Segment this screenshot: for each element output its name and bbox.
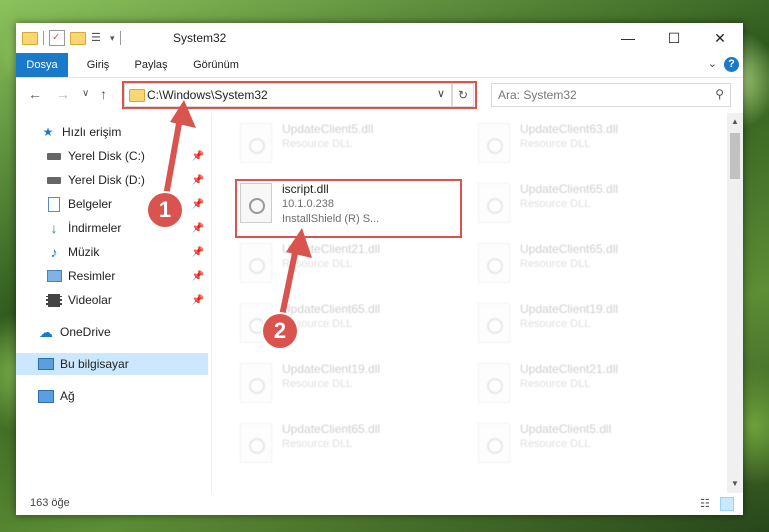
dll-file-icon bbox=[478, 363, 510, 403]
recent-locations-icon[interactable]: ∨ bbox=[82, 88, 89, 99]
star-icon: ★ bbox=[42, 125, 54, 139]
ribbon-tabs: Dosya Giriş Paylaş Görünüm ⌄ ? bbox=[16, 53, 743, 78]
sidebar-item-music[interactable]: ♪ Müzik 📌 bbox=[16, 241, 208, 263]
window-title: System32 bbox=[173, 31, 227, 45]
sidebar-item-label: Yerel Disk (C:) bbox=[68, 149, 145, 163]
folder-icon bbox=[22, 31, 38, 45]
dll-file-icon bbox=[240, 423, 272, 463]
properties-icon[interactable]: ✓ bbox=[49, 30, 65, 46]
pin-icon[interactable]: 📌 bbox=[192, 295, 204, 306]
sidebar-item-label: İndirmeler bbox=[68, 221, 122, 235]
maximize-button[interactable]: ☐ bbox=[651, 23, 697, 53]
search-icon: ⚲ bbox=[715, 87, 724, 101]
sidebar-item-network[interactable]: Ağ bbox=[16, 385, 230, 407]
sidebar-item-label: OneDrive bbox=[60, 325, 111, 339]
vertical-scrollbar[interactable]: ▲ ▼ bbox=[727, 113, 743, 493]
forward-arrow-icon[interactable]: → bbox=[56, 86, 70, 102]
dll-file-icon bbox=[240, 363, 272, 403]
sidebar-item-label: Bu bilgisayar bbox=[60, 357, 129, 371]
pin-icon[interactable]: 📌 bbox=[192, 223, 204, 234]
callout-number-1: 1 bbox=[148, 193, 182, 227]
tiles-view-icon[interactable] bbox=[720, 497, 734, 511]
up-arrow-icon[interactable]: ↑ bbox=[100, 86, 107, 102]
file-item[interactable]: UpdateClient5.dll Resource DLL bbox=[472, 419, 697, 469]
sidebar-item-label: Hızlı erişim bbox=[62, 125, 122, 139]
minimize-button[interactable]: — bbox=[605, 23, 651, 53]
sidebar-item-label: Videolar bbox=[68, 293, 112, 307]
sidebar-item-pictures[interactable]: Resimler 📌 bbox=[16, 265, 208, 287]
customize-toolbar-icon[interactable]: ▾ bbox=[110, 33, 115, 44]
tab-view[interactable]: Görünüm bbox=[188, 53, 244, 77]
file-item[interactable]: UpdateClient63.dll Resource DLL bbox=[472, 119, 697, 169]
status-bar: 163 öğe ☷ bbox=[16, 493, 743, 515]
file-item[interactable]: UpdateClient19.dll Resource DLL bbox=[472, 299, 697, 349]
tab-home[interactable]: Giriş bbox=[78, 53, 118, 77]
sidebar-item-label: Ağ bbox=[60, 389, 75, 403]
dll-file-icon bbox=[478, 423, 510, 463]
sidebar-item-label: Resimler bbox=[68, 269, 116, 283]
rename-icon[interactable]: ☰ bbox=[91, 31, 105, 45]
dll-file-icon bbox=[478, 303, 510, 343]
pictures-icon bbox=[46, 268, 62, 284]
help-icon[interactable]: ? bbox=[724, 57, 739, 72]
sidebar-item-label: Müzik bbox=[68, 245, 100, 259]
scroll-thumb[interactable] bbox=[730, 133, 740, 179]
tab-share[interactable]: Paylaş bbox=[128, 53, 174, 77]
documents-icon bbox=[46, 196, 62, 212]
sidebar-item-label: Belgeler bbox=[68, 197, 113, 211]
details-view-icon[interactable]: ☷ bbox=[700, 497, 714, 511]
file-item[interactable]: UpdateClient65.dll Resource DLL bbox=[472, 179, 697, 229]
network-icon bbox=[38, 388, 54, 404]
file-item[interactable]: UpdateClient5.dll Resource DLL bbox=[234, 119, 459, 169]
file-item[interactable]: UpdateClient21.dll Resource DLL bbox=[472, 359, 697, 409]
tab-file[interactable]: Dosya bbox=[16, 53, 68, 77]
dll-file-icon bbox=[478, 183, 510, 223]
drive-icon bbox=[46, 172, 62, 188]
drive-icon bbox=[46, 148, 62, 164]
scroll-up-icon[interactable]: ▲ bbox=[731, 117, 739, 126]
close-button[interactable]: ✕ bbox=[697, 23, 743, 53]
dll-file-icon bbox=[478, 123, 510, 163]
search-input[interactable]: Ara: System32 ⚲ bbox=[491, 83, 731, 107]
cloud-icon: ☁ bbox=[39, 323, 53, 340]
new-folder-icon[interactable] bbox=[70, 31, 86, 45]
pin-icon[interactable]: 📌 bbox=[192, 271, 204, 282]
file-item[interactable]: UpdateClient65.dll Resource DLL bbox=[472, 239, 697, 289]
back-arrow-icon[interactable]: ← bbox=[28, 86, 42, 102]
quick-access-toolbar: ✓ ☰ ▾ bbox=[22, 30, 121, 46]
file-item[interactable]: UpdateClient65.dll Resource DLL bbox=[234, 419, 459, 469]
sidebar-item-onedrive[interactable]: ☁ OneDrive bbox=[16, 321, 230, 343]
sidebar-item-downloads[interactable]: ↓ İndirmeler 📌 bbox=[16, 217, 208, 239]
callout-arrow-1 bbox=[163, 100, 196, 197]
dll-file-icon bbox=[478, 243, 510, 283]
sidebar-item-this-pc[interactable]: Bu bilgisayar bbox=[16, 353, 208, 375]
pin-icon[interactable]: 📌 bbox=[192, 247, 204, 258]
explorer-window: ✓ ☰ ▾ System32 — ☐ ✕ Dosya Giriş Paylaş … bbox=[16, 23, 743, 515]
callout-number-2: 2 bbox=[263, 314, 297, 348]
dll-file-icon bbox=[240, 123, 272, 163]
download-icon: ↓ bbox=[50, 220, 58, 236]
sidebar-item-videos[interactable]: Videolar 📌 bbox=[16, 289, 208, 311]
file-item[interactable]: UpdateClient19.dll Resource DLL bbox=[234, 359, 459, 409]
title-bar: ✓ ☰ ▾ System32 — ☐ ✕ bbox=[16, 23, 743, 53]
item-count: 163 öğe bbox=[30, 497, 70, 509]
computer-icon bbox=[38, 356, 54, 372]
music-icon: ♪ bbox=[50, 244, 58, 260]
sidebar-item-label: Yerel Disk (D:) bbox=[68, 173, 145, 187]
scroll-down-icon[interactable]: ▼ bbox=[731, 479, 739, 488]
expand-ribbon-icon[interactable]: ⌄ bbox=[708, 57, 717, 70]
callout-arrow-2 bbox=[279, 228, 312, 317]
search-placeholder: Ara: System32 bbox=[498, 88, 577, 102]
video-icon bbox=[46, 292, 62, 308]
